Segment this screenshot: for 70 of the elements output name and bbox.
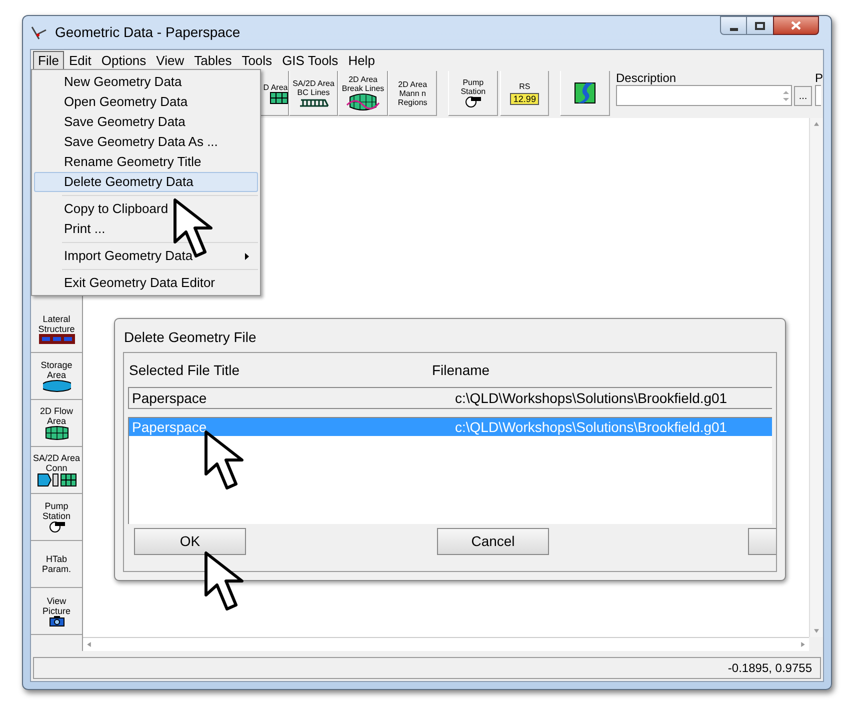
menu-item[interactable]: Copy to Clipboard [34, 199, 258, 219]
menu-bar-item[interactable]: GIS Tools [277, 50, 344, 70]
pump-icon [464, 96, 482, 108]
field-label: P [815, 71, 824, 85]
column-header: Filename [432, 360, 490, 380]
side-toolbar-button[interactable]: 2D Flow Area [31, 400, 82, 447]
fence-icon [298, 97, 328, 107]
menu-bar-item[interactable]: View [151, 50, 190, 70]
toolbar-button[interactable]: 2D Area Break Lines [338, 71, 388, 116]
dialog-button[interactable] [748, 528, 776, 554]
dialog-title: Delete Geometry File [123, 328, 258, 347]
side-toolbar-button[interactable]: Storage Area [31, 353, 82, 400]
side-toolbar-button[interactable]: SA/2D Area Conn [31, 447, 82, 494]
toolbar-button[interactable]: RS 12.99 [500, 71, 550, 116]
menu-item[interactable]: New Geometry Data [34, 72, 258, 92]
menu-bar-item[interactable]: File [33, 50, 64, 70]
maximize-button[interactable] [747, 16, 773, 35]
menu-bar-item[interactable]: Tools [236, 50, 278, 70]
menu-item[interactable]: Print ... [34, 219, 258, 239]
close-icon [791, 21, 801, 30]
lateral-structure-icon [38, 334, 74, 344]
menu-item[interactable]: Save Geometry Data [34, 112, 258, 132]
more-button[interactable]: ... [794, 86, 812, 106]
toolbar-button[interactable]: Pump Station [448, 71, 498, 116]
value-tag: 12.99 [510, 92, 539, 104]
input-field[interactable] [815, 85, 822, 106]
window-title: Geometric Data - Paperspace [55, 23, 240, 42]
camera-icon [48, 616, 64, 626]
menu-bar-item[interactable]: Tables [189, 50, 237, 70]
menu-bar-item[interactable]: Edit [64, 50, 96, 70]
map-icon [574, 82, 596, 104]
current-file-field: Paperspace c:\QLD\Workshops\Solutions\Brookfield.g01 [128, 387, 772, 409]
pump-icon [48, 521, 66, 533]
menu-bar-item[interactable]: Options [96, 50, 152, 70]
spin-arrows-icon[interactable] [783, 90, 790, 102]
coordinates-text: -0.1895, 0.9755 [728, 660, 812, 677]
dialog-button[interactable]: OK [134, 528, 246, 554]
side-toolbar-button[interactable]: Pump Station [31, 494, 82, 541]
side-toolbar-button[interactable]: View Picture [31, 588, 82, 635]
toolbar-button[interactable]: 2D Area Mann n Regions [388, 71, 438, 116]
menu-item[interactable]: Save Geometry Data As ... [34, 132, 258, 152]
connection-icon [36, 473, 76, 487]
description-field[interactable] [616, 85, 792, 106]
scroll-right-arrow-icon[interactable] [801, 642, 805, 647]
menu-item[interactable]: Exit Geometry Data Editor [34, 273, 258, 293]
scroll-left-arrow-icon[interactable] [87, 642, 91, 647]
column-header: Selected File Title [128, 360, 240, 380]
minimize-icon [730, 28, 738, 31]
grid-icon [270, 92, 288, 104]
menu-item[interactable]: Open Geometry Data [34, 92, 258, 112]
storage-area-icon [42, 380, 70, 392]
toolbar-button[interactable]: SA/2D Area BC Lines [288, 71, 338, 116]
break-lines-icon [346, 93, 380, 111]
menu-item[interactable]: Delete Geometry Data [34, 172, 258, 192]
toolbar-button[interactable] [560, 71, 610, 116]
submenu-arrow-icon [245, 252, 249, 260]
maximize-icon [755, 22, 765, 30]
side-toolbar-button[interactable]: Lateral Structure [31, 306, 82, 353]
app-logo-icon [31, 24, 47, 40]
scroll-down-arrow-icon[interactable] [814, 629, 819, 633]
minimize-button[interactable] [720, 16, 747, 35]
description-label: Description [616, 71, 678, 85]
side-toolbar-button[interactable]: HTab Param. [31, 541, 82, 588]
close-button[interactable] [773, 16, 819, 35]
flow-area-icon [42, 426, 70, 440]
menu-item[interactable]: Rename Geometry Title [34, 152, 258, 172]
dialog-button[interactable]: Cancel [437, 528, 549, 554]
scroll-up-arrow-icon[interactable] [814, 122, 819, 126]
menu-bar-item[interactable]: Help [343, 50, 380, 70]
menu-item[interactable]: Import Geometry Data [34, 246, 258, 266]
